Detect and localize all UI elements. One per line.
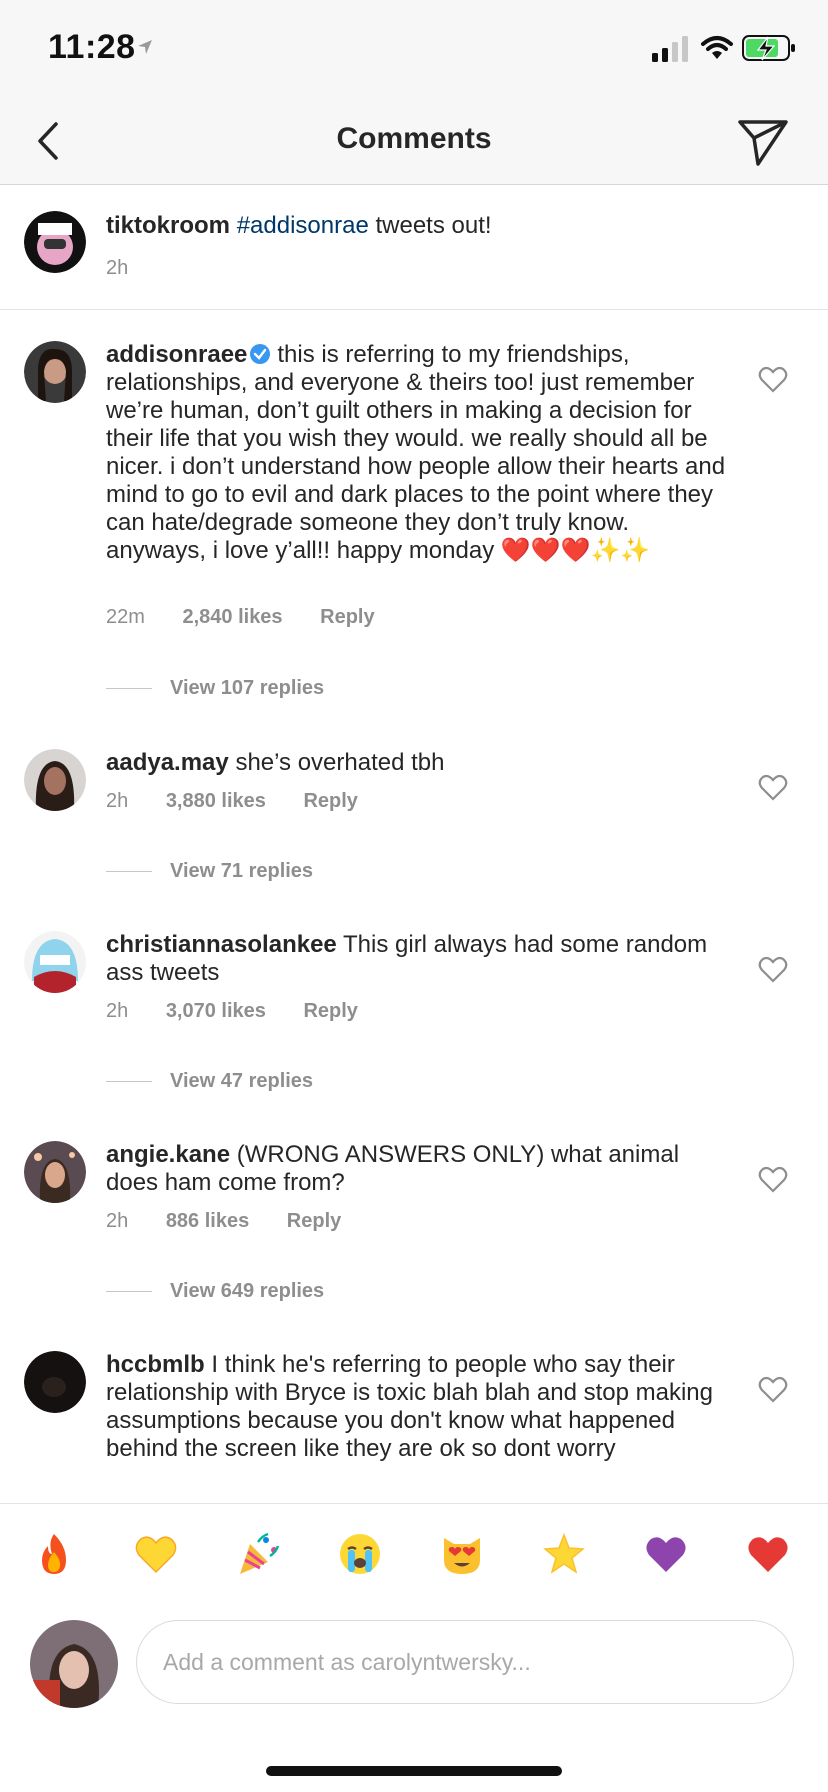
divider	[106, 1081, 152, 1083]
nav-header: Comments	[0, 100, 828, 185]
caption-time: 2h	[106, 257, 129, 279]
comment-username[interactable]: christiannasolankee	[106, 931, 337, 958]
red-heart-emoji-icon[interactable]	[746, 1532, 790, 1576]
loudly-crying-face-emoji-icon[interactable]	[338, 1532, 382, 1576]
view-replies-button[interactable]: View 47 replies	[106, 1070, 313, 1093]
purple-heart-emoji-icon[interactable]	[644, 1532, 688, 1576]
like-heart-icon[interactable]	[758, 773, 788, 801]
comment-meta: 2h 3,070 likes Reply	[106, 1000, 390, 1023]
comment-body: this is referring to my friendships, rel…	[106, 341, 726, 564]
direct-send-icon[interactable]	[736, 114, 790, 168]
comment-text: aadya.may she’s overhated tbh	[106, 749, 726, 777]
comment-time: 22m	[106, 606, 145, 628]
comment-username[interactable]: hccbmlb	[106, 1351, 205, 1378]
avatar[interactable]	[24, 341, 86, 403]
caption-text: tiktokroom #addisonrae tweets out!	[106, 211, 492, 241]
comment-likes[interactable]: 3,880 likes	[166, 790, 266, 813]
battery-charging-icon	[742, 35, 795, 61]
comment-time: 2h	[106, 1000, 129, 1022]
comment-meta: 2h 3,880 likes Reply	[106, 790, 390, 813]
avatar[interactable]	[24, 1351, 86, 1413]
reply-button[interactable]: Reply	[287, 1210, 341, 1233]
comment-time: 2h	[106, 1210, 129, 1232]
avatar[interactable]	[24, 211, 86, 273]
comment-input-placeholder: Add a comment as carolyntwersky...	[163, 1649, 531, 1675]
view-replies-button[interactable]: View 107 replies	[106, 677, 324, 700]
status-time: 11:28	[48, 28, 136, 66]
page-title: Comments	[336, 122, 492, 155]
view-replies-button[interactable]: View 71 replies	[106, 860, 313, 883]
reply-button[interactable]: Reply	[320, 606, 374, 629]
divider	[106, 871, 152, 873]
comment-meta: 22m 2,840 likes Reply	[106, 606, 407, 629]
party-popper-emoji-icon[interactable]	[236, 1532, 280, 1576]
verified-badge-icon	[250, 344, 271, 364]
post-caption: tiktokroom #addisonrae tweets out! 2h	[0, 185, 828, 310]
heart-eyes-cat-emoji-icon[interactable]	[440, 1532, 484, 1576]
divider	[106, 1291, 152, 1293]
yellow-heart-emoji-icon[interactable]	[134, 1532, 178, 1576]
avatar[interactable]	[24, 749, 86, 811]
glowing-star-emoji-icon[interactable]	[542, 1532, 586, 1576]
comment-username[interactable]: angie.kane	[106, 1141, 230, 1168]
comment-text: angie.kane (WRONG ANSWERS ONLY) what ani…	[106, 1141, 726, 1197]
view-replies-label: View 649 replies	[170, 1280, 325, 1302]
cellular-signal-icon	[652, 36, 688, 62]
caption-username[interactable]: tiktokroom	[106, 212, 230, 239]
location-arrow-icon	[138, 40, 152, 54]
comment-input[interactable]: Add a comment as carolyntwersky...	[136, 1620, 794, 1704]
comment-username[interactable]: aadya.may	[106, 749, 229, 776]
comment-text: hccbmlb I think he's referring to people…	[106, 1351, 726, 1463]
comment-composer: Add a comment as carolyntwersky...	[0, 1600, 828, 1792]
caption-body: tweets out!	[375, 212, 492, 239]
view-replies-label: View 107 replies	[170, 677, 325, 699]
divider	[106, 688, 152, 690]
reply-button[interactable]: Reply	[303, 790, 357, 813]
home-indicator	[266, 1766, 562, 1776]
comment-likes[interactable]: 886 likes	[166, 1210, 249, 1233]
comment-likes[interactable]: 3,070 likes	[166, 1000, 266, 1023]
avatar[interactable]	[24, 931, 86, 993]
like-heart-icon[interactable]	[758, 1375, 788, 1403]
like-heart-icon[interactable]	[758, 1165, 788, 1193]
emoji-quick-bar	[0, 1503, 828, 1600]
reply-button[interactable]: Reply	[303, 1000, 357, 1023]
caption-hashtag[interactable]: #addisonrae	[237, 212, 369, 239]
view-replies-button[interactable]: View 649 replies	[106, 1280, 324, 1303]
fire-emoji-icon[interactable]	[32, 1532, 76, 1576]
view-replies-label: View 47 replies	[170, 1070, 314, 1092]
status-bar: 11:28	[0, 0, 828, 100]
comment-text: christiannasolankee This girl always had…	[106, 931, 726, 987]
comment-username[interactable]: addisonraee	[106, 341, 247, 368]
current-user-avatar	[30, 1620, 118, 1708]
comment-body: she’s overhated tbh	[235, 749, 445, 776]
comment-time: 2h	[106, 790, 129, 812]
comment-text: addisonraee this is referring to my frien…	[106, 341, 726, 565]
avatar[interactable]	[24, 1141, 86, 1203]
wifi-icon	[701, 36, 733, 59]
comment-meta: 2h 886 likes Reply	[106, 1210, 373, 1233]
like-heart-icon[interactable]	[758, 365, 788, 393]
view-replies-label: View 71 replies	[170, 860, 314, 882]
comment-likes[interactable]: 2,840 likes	[182, 606, 282, 629]
like-heart-icon[interactable]	[758, 955, 788, 983]
